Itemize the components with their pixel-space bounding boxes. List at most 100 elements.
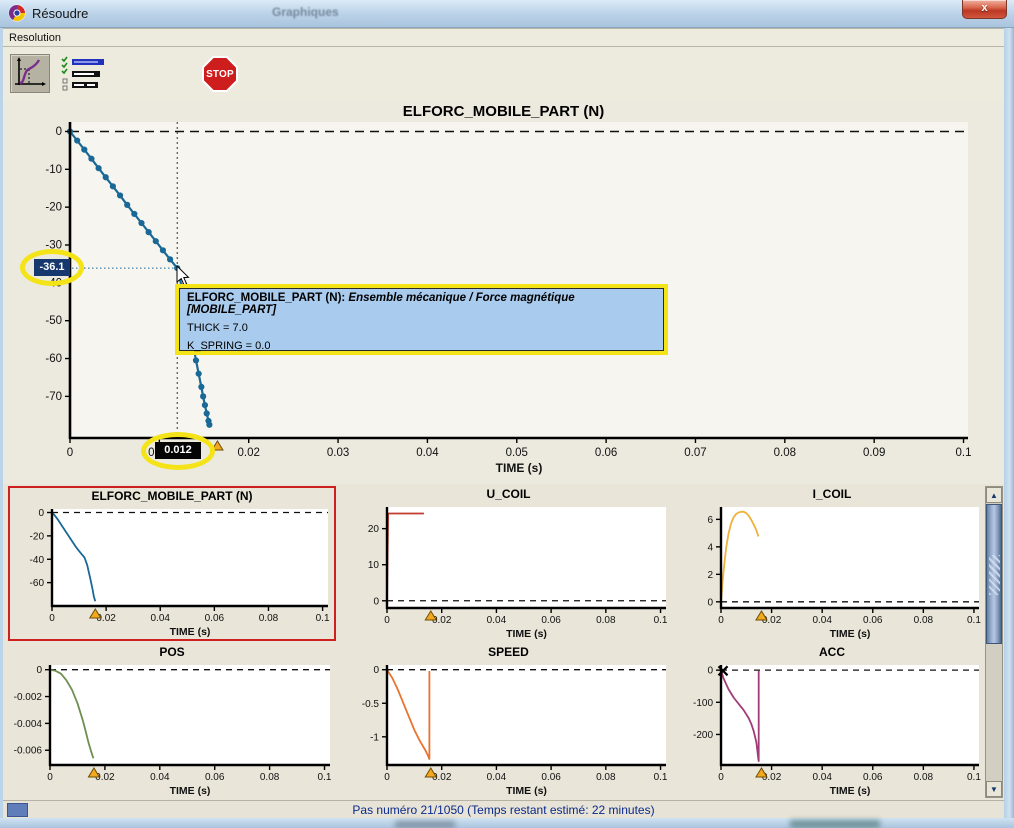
svg-text:0: 0 xyxy=(707,597,713,608)
title-bar[interactable]: Graphiques Résoudre x xyxy=(0,0,1014,28)
stop-button[interactable]: STOP xyxy=(202,56,238,92)
svg-text:-60: -60 xyxy=(45,353,62,365)
svg-text:0: 0 xyxy=(718,615,724,626)
svg-text:-60: -60 xyxy=(30,578,45,589)
svg-text:0: 0 xyxy=(718,772,724,783)
svg-text:-40: -40 xyxy=(30,555,45,566)
svg-text:-200: -200 xyxy=(693,730,713,741)
svg-text:-0.004: -0.004 xyxy=(14,719,43,730)
toolbar: STOP xyxy=(3,47,1004,101)
svg-text:-70: -70 xyxy=(45,391,62,403)
svg-text:0: 0 xyxy=(373,665,379,676)
svg-text:0: 0 xyxy=(384,615,390,626)
svg-text:TIME (s): TIME (s) xyxy=(830,628,871,640)
series-list-button[interactable] xyxy=(60,55,106,93)
svg-text:0: 0 xyxy=(56,126,62,138)
svg-text:0.06: 0.06 xyxy=(205,613,225,624)
chart-plot-i-coil[interactable]: 024600.020.040.060.080.1TIME (s) xyxy=(679,502,985,641)
window-title: Résoudre xyxy=(32,6,88,21)
status-bar: Pas numéro 21/1050 (Temps restant estimé… xyxy=(3,800,1004,818)
chart-plot-acc[interactable]: 0-100-20000.020.040.060.080.1TIME (s) xyxy=(679,660,985,798)
svg-text:0.02: 0.02 xyxy=(238,447,260,459)
svg-text:0.06: 0.06 xyxy=(205,772,225,783)
svg-text:0.06: 0.06 xyxy=(595,447,617,459)
taskbar-blur xyxy=(790,820,880,828)
svg-text:0.06: 0.06 xyxy=(863,772,883,783)
svg-text:-20: -20 xyxy=(45,202,62,214)
svg-text:0.08: 0.08 xyxy=(259,613,279,624)
chart-title: I_COIL xyxy=(679,487,985,501)
svg-text:0.1: 0.1 xyxy=(956,447,972,459)
svg-text:0.04: 0.04 xyxy=(812,615,832,626)
svg-text:0.08: 0.08 xyxy=(260,772,280,783)
chart-panel-u-coil[interactable]: U_COIL 0102000.020.040.060.080.1TIME (s) xyxy=(345,486,672,641)
svg-text:10: 10 xyxy=(368,560,380,571)
svg-text:0.1: 0.1 xyxy=(316,613,330,624)
svg-text:0.08: 0.08 xyxy=(914,772,934,783)
svg-text:0.06: 0.06 xyxy=(863,615,883,626)
status-text: Pas numéro 21/1050 (Temps restant estimé… xyxy=(3,803,1004,817)
svg-text:0.1: 0.1 xyxy=(654,615,668,626)
svg-text:0.1: 0.1 xyxy=(967,615,981,626)
chart-plot-speed[interactable]: 0-0.5-100.020.040.060.080.1TIME (s) xyxy=(345,660,672,798)
tooltip-title: ELFORC_MOBILE_PART (N): Ensemble mécaniq… xyxy=(187,292,656,316)
chart-plot-u-coil[interactable]: 0102000.020.040.060.080.1TIME (s) xyxy=(345,502,672,641)
svg-text:0.05: 0.05 xyxy=(506,447,528,459)
cursor-x-value-label: 0.012 xyxy=(155,442,201,459)
chart-plot-elforc-small[interactable]: 0-20-40-6000.020.040.060.080.1TIME (s) xyxy=(10,504,334,639)
svg-text:2: 2 xyxy=(707,570,713,581)
svg-text:0.1: 0.1 xyxy=(654,772,668,783)
svg-text:6: 6 xyxy=(707,515,713,526)
svg-text:TIME (s): TIME (s) xyxy=(506,628,547,640)
close-button[interactable]: x xyxy=(962,0,1007,19)
svg-text:0.1: 0.1 xyxy=(967,772,981,783)
app-logo-icon xyxy=(8,4,26,22)
svg-text:-50: -50 xyxy=(45,315,62,327)
screen: Graphiques Résoudre x Resolution xyxy=(0,0,1014,828)
window-frame-right xyxy=(1004,28,1014,818)
chart-title: ELFORC_MOBILE_PART (N) xyxy=(10,489,334,503)
main-chart-panel: ELFORC_MOBILE_PART (N) 0-10-20-30-40-50-… xyxy=(3,101,1004,484)
window-frame-bottom xyxy=(0,818,1014,828)
svg-text:0.04: 0.04 xyxy=(487,615,507,626)
svg-text:TIME (s): TIME (s) xyxy=(170,785,211,797)
svg-text:0: 0 xyxy=(36,665,42,676)
svg-text:0.09: 0.09 xyxy=(863,447,885,459)
scroll-down-icon[interactable]: ▼ xyxy=(986,781,1002,797)
cursor-y-value-label: -36.1 xyxy=(34,259,70,276)
data-tooltip: ELFORC_MOBILE_PART (N): Ensemble mécaniq… xyxy=(175,284,668,355)
svg-text:0.1: 0.1 xyxy=(318,772,332,783)
svg-text:0: 0 xyxy=(67,447,73,459)
svg-text:0.08: 0.08 xyxy=(596,615,616,626)
svg-text:0: 0 xyxy=(47,772,53,783)
window-frame-left xyxy=(0,28,3,818)
svg-text:0: 0 xyxy=(384,772,390,783)
chart-panel-pos[interactable]: POS 0-0.002-0.004-0.00600.020.040.060.08… xyxy=(8,644,336,798)
svg-text:-0.5: -0.5 xyxy=(362,699,380,710)
data-tooltip-body: ELFORC_MOBILE_PART (N): Ensemble mécaniq… xyxy=(179,288,664,351)
scrollbar-grip xyxy=(989,555,1000,595)
svg-text:0: 0 xyxy=(49,613,55,624)
chart-panel-acc[interactable]: ACC 0-100-20000.020.040.060.080.1TIME (s… xyxy=(679,644,985,798)
svg-text:0.08: 0.08 xyxy=(774,447,796,459)
chart-panel-i-coil[interactable]: I_COIL 024600.020.040.060.080.1TIME (s) xyxy=(679,486,985,641)
svg-text:TIME (s): TIME (s) xyxy=(170,626,211,638)
svg-text:-100: -100 xyxy=(693,698,713,709)
svg-text:0: 0 xyxy=(707,666,713,677)
chart-panel-elforc-small[interactable]: ELFORC_MOBILE_PART (N) 0-20-40-6000.020.… xyxy=(8,486,336,641)
chart-panel-speed[interactable]: SPEED 0-0.5-100.020.040.060.080.1TIME (s… xyxy=(345,644,672,798)
scroll-up-icon[interactable]: ▲ xyxy=(986,487,1002,503)
series-list-icon xyxy=(60,55,106,93)
vertical-scrollbar[interactable]: ▲ ▼ xyxy=(985,486,1003,798)
svg-text:0.04: 0.04 xyxy=(812,772,832,783)
charts-grid: ELFORC_MOBILE_PART (N) 0-20-40-6000.020.… xyxy=(3,484,1004,800)
menu-item-resolution[interactable]: Resolution xyxy=(3,29,67,44)
svg-text:0.07: 0.07 xyxy=(684,447,706,459)
svg-text:TIME (s): TIME (s) xyxy=(496,461,543,475)
chart-plot-pos[interactable]: 0-0.002-0.004-0.00600.020.040.060.080.1T… xyxy=(8,660,336,798)
svg-text:0.06: 0.06 xyxy=(541,772,561,783)
svg-text:0.03: 0.03 xyxy=(327,447,349,459)
curve-display-button[interactable] xyxy=(10,54,50,93)
scrollbar-thumb[interactable] xyxy=(986,504,1002,644)
tooltip-line-kspring: K_SPRING = 0.0 xyxy=(187,340,656,352)
